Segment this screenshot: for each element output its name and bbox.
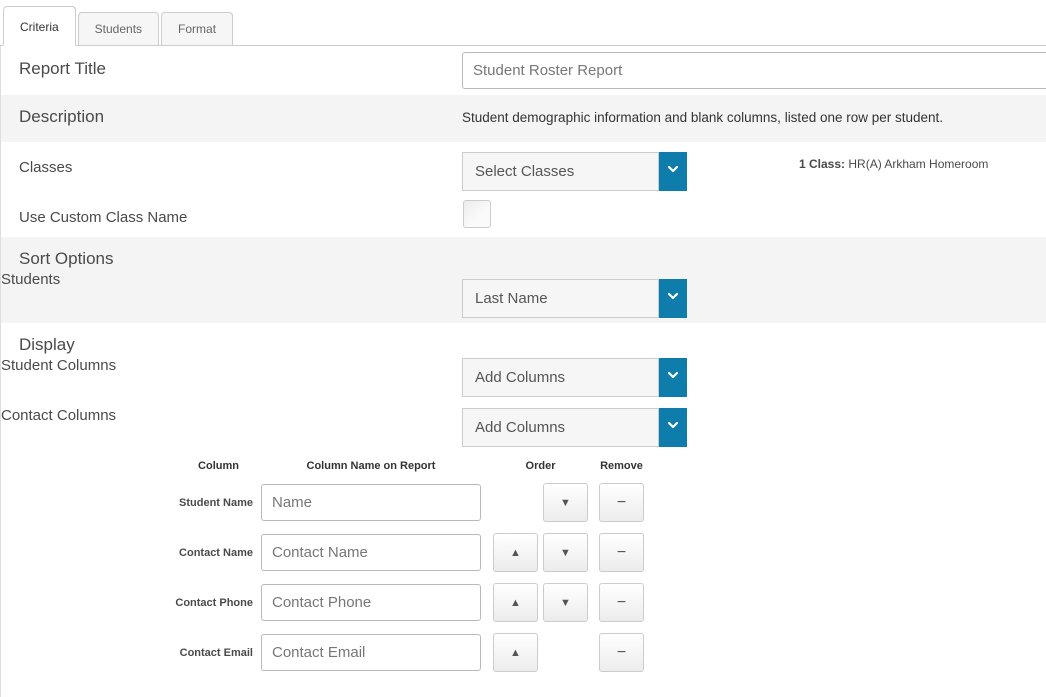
column-row-label: Contact Email [1, 647, 253, 659]
column-header: Column [1, 460, 253, 472]
move-up-button[interactable]: ▲ [493, 533, 538, 572]
move-down-button[interactable]: ▼ [543, 483, 588, 522]
order-down-cell: ▼ [543, 583, 588, 622]
column-row-label: Contact Phone [1, 597, 253, 609]
column-name-header: Column Name on Report [261, 460, 481, 472]
use-custom-class-name-row: Use Custom Class Name [1, 192, 1046, 237]
classes-row: Classes Select Classes 1 Class: HR(A) Ar… [1, 142, 1046, 192]
remove-column-button[interactable]: − [599, 633, 644, 672]
remove-cell: − [599, 633, 644, 672]
report-title-input[interactable] [462, 52, 1046, 89]
contact-columns-dropdown-button[interactable] [659, 408, 687, 447]
description-text: Student demographic information and blan… [462, 110, 943, 125]
description-label: Description [19, 107, 104, 127]
move-up-button[interactable]: ▲ [493, 583, 538, 622]
report-title-label: Report Title [19, 59, 106, 79]
remove-cell: − [599, 483, 644, 522]
student-columns-value: Add Columns [462, 358, 659, 397]
remove-cell: − [599, 533, 644, 572]
chevron-down-icon [665, 161, 681, 182]
move-down-button[interactable]: ▼ [543, 533, 588, 572]
criteria-panel: Report Title Description Student demogra… [0, 46, 1046, 697]
contact-columns-row: Contact Columns Add Columns [1, 407, 1046, 457]
report-title-row: Report Title [1, 46, 1046, 95]
student-columns-dropdown[interactable]: Add Columns [462, 358, 687, 397]
order-header: Order [493, 460, 588, 472]
remove-column-button[interactable]: − [599, 533, 644, 572]
description-row: Description Student demographic informat… [1, 95, 1046, 142]
chevron-down-icon [665, 367, 681, 388]
column-row-label: Contact Name [1, 547, 253, 559]
column-name-input[interactable] [261, 534, 481, 571]
sort-students-dropdown[interactable]: Last Name [462, 279, 687, 318]
column-row-label: Student Name [1, 497, 253, 509]
sort-students-row: Students Last Name [1, 271, 1046, 323]
remove-column-button[interactable]: − [599, 483, 644, 522]
remove-cell: − [599, 583, 644, 622]
sort-options-heading: Sort Options [19, 249, 1046, 271]
select-classes-dropdown[interactable]: Select Classes [462, 152, 687, 191]
contact-columns-value: Add Columns [462, 408, 659, 447]
display-section: Display Student Columns Add Columns Cont… [1, 323, 1046, 457]
contact-columns-dropdown[interactable]: Add Columns [462, 408, 687, 447]
selected-classes-count: 1 Class: [799, 157, 845, 171]
move-up-button[interactable]: ▲ [493, 633, 538, 672]
column-name-input[interactable] [261, 484, 481, 521]
column-name-input[interactable] [261, 634, 481, 671]
remove-column-button[interactable]: − [599, 583, 644, 622]
remove-header: Remove [599, 460, 644, 472]
order-up-cell: ▲ [493, 583, 538, 622]
columns-table: Column Column Name on Report Order Remov… [1, 460, 1046, 672]
move-down-button[interactable]: ▼ [543, 583, 588, 622]
chevron-down-icon [665, 288, 681, 309]
tab-format[interactable]: Format [161, 12, 233, 46]
order-up-cell: ▲ [493, 633, 538, 672]
order-up-cell: ▲ [493, 533, 538, 572]
select-classes-dropdown-button[interactable] [659, 152, 687, 191]
tab-criteria[interactable]: Criteria [3, 6, 76, 46]
selected-classes-summary: 1 Class: HR(A) Arkham Homeroom [799, 157, 988, 171]
sort-students-dropdown-button[interactable] [659, 279, 687, 318]
use-custom-class-name-checkbox[interactable] [463, 200, 491, 228]
tab-bar: Criteria Students Format [0, 0, 1046, 46]
chevron-down-icon [665, 417, 681, 438]
sort-options-section: Sort Options Students Last Name [1, 237, 1046, 323]
select-classes-value: Select Classes [462, 152, 659, 191]
student-columns-dropdown-button[interactable] [659, 358, 687, 397]
use-custom-class-name-label: Use Custom Class Name [19, 209, 187, 226]
order-down-cell: ▼ [543, 483, 588, 522]
student-columns-row: Student Columns Add Columns [1, 357, 1046, 407]
selected-classes-names: HR(A) Arkham Homeroom [845, 157, 988, 171]
sort-students-value: Last Name [462, 279, 659, 318]
column-name-input[interactable] [261, 584, 481, 621]
display-heading: Display [19, 335, 1046, 357]
order-down-cell: ▼ [543, 533, 588, 572]
tab-students[interactable]: Students [78, 12, 159, 46]
classes-label: Classes [19, 159, 72, 176]
